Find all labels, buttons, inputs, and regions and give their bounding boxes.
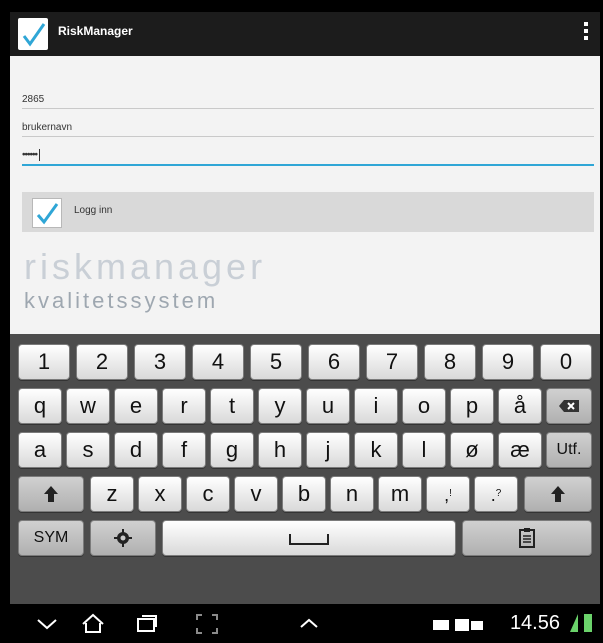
shift-icon [551,486,565,502]
field-username[interactable]: brukernavn [22,112,594,137]
clipboard-icon [519,528,535,548]
key-3[interactable]: 3 [134,344,186,380]
key-o-slash[interactable]: ø [450,432,494,468]
login-button[interactable]: Logg inn [22,192,594,232]
back-icon[interactable] [34,612,60,636]
key-t[interactable]: t [210,388,254,424]
key-u[interactable]: u [306,388,350,424]
shift-key-left[interactable] [18,476,84,512]
key-o[interactable]: o [402,388,446,424]
gear-icon [114,529,132,547]
key-c[interactable]: c [186,476,230,512]
clipboard-key[interactable] [462,520,592,556]
app-title: RiskManager [58,24,133,38]
key-m[interactable]: m [378,476,422,512]
key-2[interactable]: 2 [76,344,128,380]
key-l[interactable]: l [402,432,446,468]
key-a[interactable]: a [18,432,62,468]
system-navigation-bar: 14.56 [10,604,600,643]
chevron-up-icon[interactable] [296,612,322,636]
key-ae[interactable]: æ [498,432,542,468]
check-icon [18,18,48,50]
key-a-ring[interactable]: å [498,388,542,424]
key-comma[interactable]: ,! [426,476,470,512]
field-number-value: 2865 [22,94,45,105]
key-0[interactable]: 0 [540,344,592,380]
sym-key[interactable]: SYM [18,520,84,556]
action-bar: RiskManager [10,12,600,56]
key-p[interactable]: p [450,388,494,424]
key-g[interactable]: g [210,432,254,468]
key-f[interactable]: f [162,432,206,468]
key-d[interactable]: d [114,432,158,468]
login-form: 2865 brukernavn •••••• Logg inn riskmana… [10,56,600,334]
space-key[interactable] [162,520,456,556]
onscreen-keyboard: 1 2 3 4 5 6 7 8 9 0 q w e r t y u i o p … [10,334,600,604]
recent-apps-icon[interactable] [134,612,160,636]
key-k[interactable]: k [354,432,398,468]
space-icon [289,534,329,545]
key-w[interactable]: w [66,388,110,424]
field-number[interactable]: 2865 [22,84,594,109]
field-username-value: brukernavn [22,122,73,133]
key-j[interactable]: j [306,432,350,468]
clock: 14.56 [509,612,560,634]
login-label: Logg inn [74,205,113,216]
shift-icon [44,486,58,502]
password-value: •••••• [22,149,41,161]
key-1[interactable]: 1 [18,344,70,380]
key-9[interactable]: 9 [482,344,534,380]
backspace-icon [559,400,579,412]
key-e[interactable]: e [114,388,158,424]
key-y[interactable]: y [258,388,302,424]
key-s[interactable]: s [66,432,110,468]
field-password[interactable]: •••••• [22,140,594,166]
key-6[interactable]: 6 [308,344,360,380]
settings-key[interactable] [90,520,156,556]
battery-icon [584,614,592,632]
key-q[interactable]: q [18,388,62,424]
key-5[interactable]: 5 [250,344,302,380]
key-r[interactable]: r [162,388,206,424]
shift-key-right[interactable] [524,476,592,512]
screenshot-icon[interactable] [194,612,220,636]
key-h[interactable]: h [258,432,302,468]
backspace-key[interactable] [546,388,592,424]
key-7[interactable]: 7 [366,344,418,380]
key-b[interactable]: b [282,476,326,512]
key-z[interactable]: z [90,476,134,512]
utf-key[interactable]: Utf. [546,432,592,468]
signal-icon [570,614,578,632]
home-icon[interactable] [80,612,106,636]
key-n[interactable]: n [330,476,374,512]
key-v[interactable]: v [234,476,278,512]
key-4[interactable]: 4 [192,344,244,380]
check-icon [32,198,62,228]
notification-icons [433,617,485,633]
logo-sub: kvalitetssystem [24,288,219,313]
logo-main: riskmanager [24,246,267,287]
key-8[interactable]: 8 [424,344,476,380]
overflow-menu-icon[interactable] [584,22,588,46]
key-i[interactable]: i [354,388,398,424]
key-x[interactable]: x [138,476,182,512]
key-period[interactable]: .? [474,476,518,512]
